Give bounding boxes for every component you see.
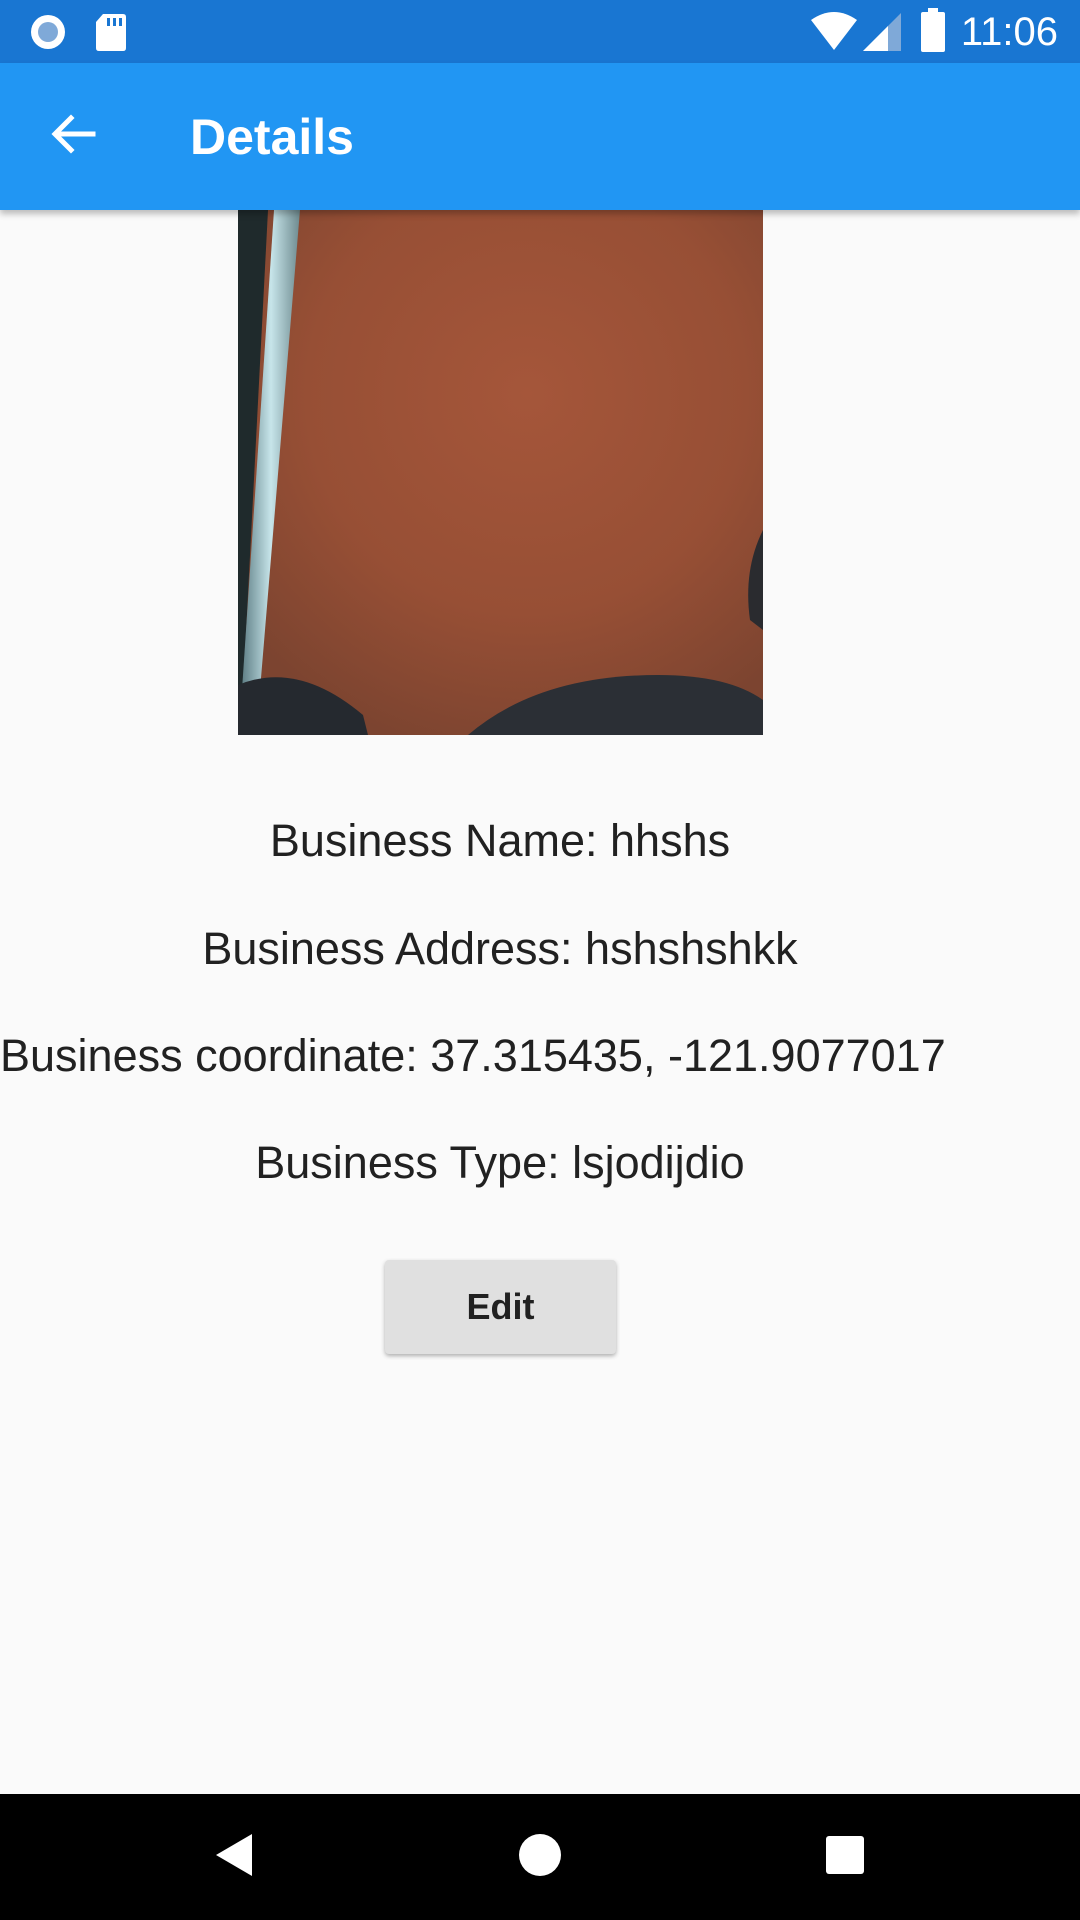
nav-back-button[interactable] [190,1812,280,1902]
page-title: Details [190,109,354,165]
business-type: Business Type: lsjodijdio [255,1137,745,1188]
sd-card-icon [95,12,127,57]
home-circle-icon [517,1832,563,1883]
recents-square-icon [824,1834,866,1881]
status-bar: 11:06 [0,0,1080,63]
back-triangle-icon [212,1832,258,1883]
status-time: 11:06 [960,10,1058,54]
nav-home-button[interactable] [495,1812,585,1902]
cell-signal-icon [862,12,902,57]
arrow-back-icon [49,110,97,163]
wifi-icon [810,12,858,57]
business-name: Business Name: hhshs [269,815,731,866]
nav-recents-button[interactable] [800,1812,890,1902]
recording-icon [28,12,68,57]
business-address: Business Address: hshshshkk [202,923,798,974]
edit-button[interactable]: Edit [385,1260,616,1354]
navigation-bar [0,1794,1080,1920]
business-coordinate: Business coordinate: 37.315435, -121.907… [0,1030,946,1081]
app-bar: Details [0,63,1080,210]
back-button[interactable] [40,103,106,169]
battery-icon [920,8,946,57]
business-photo [238,210,763,735]
